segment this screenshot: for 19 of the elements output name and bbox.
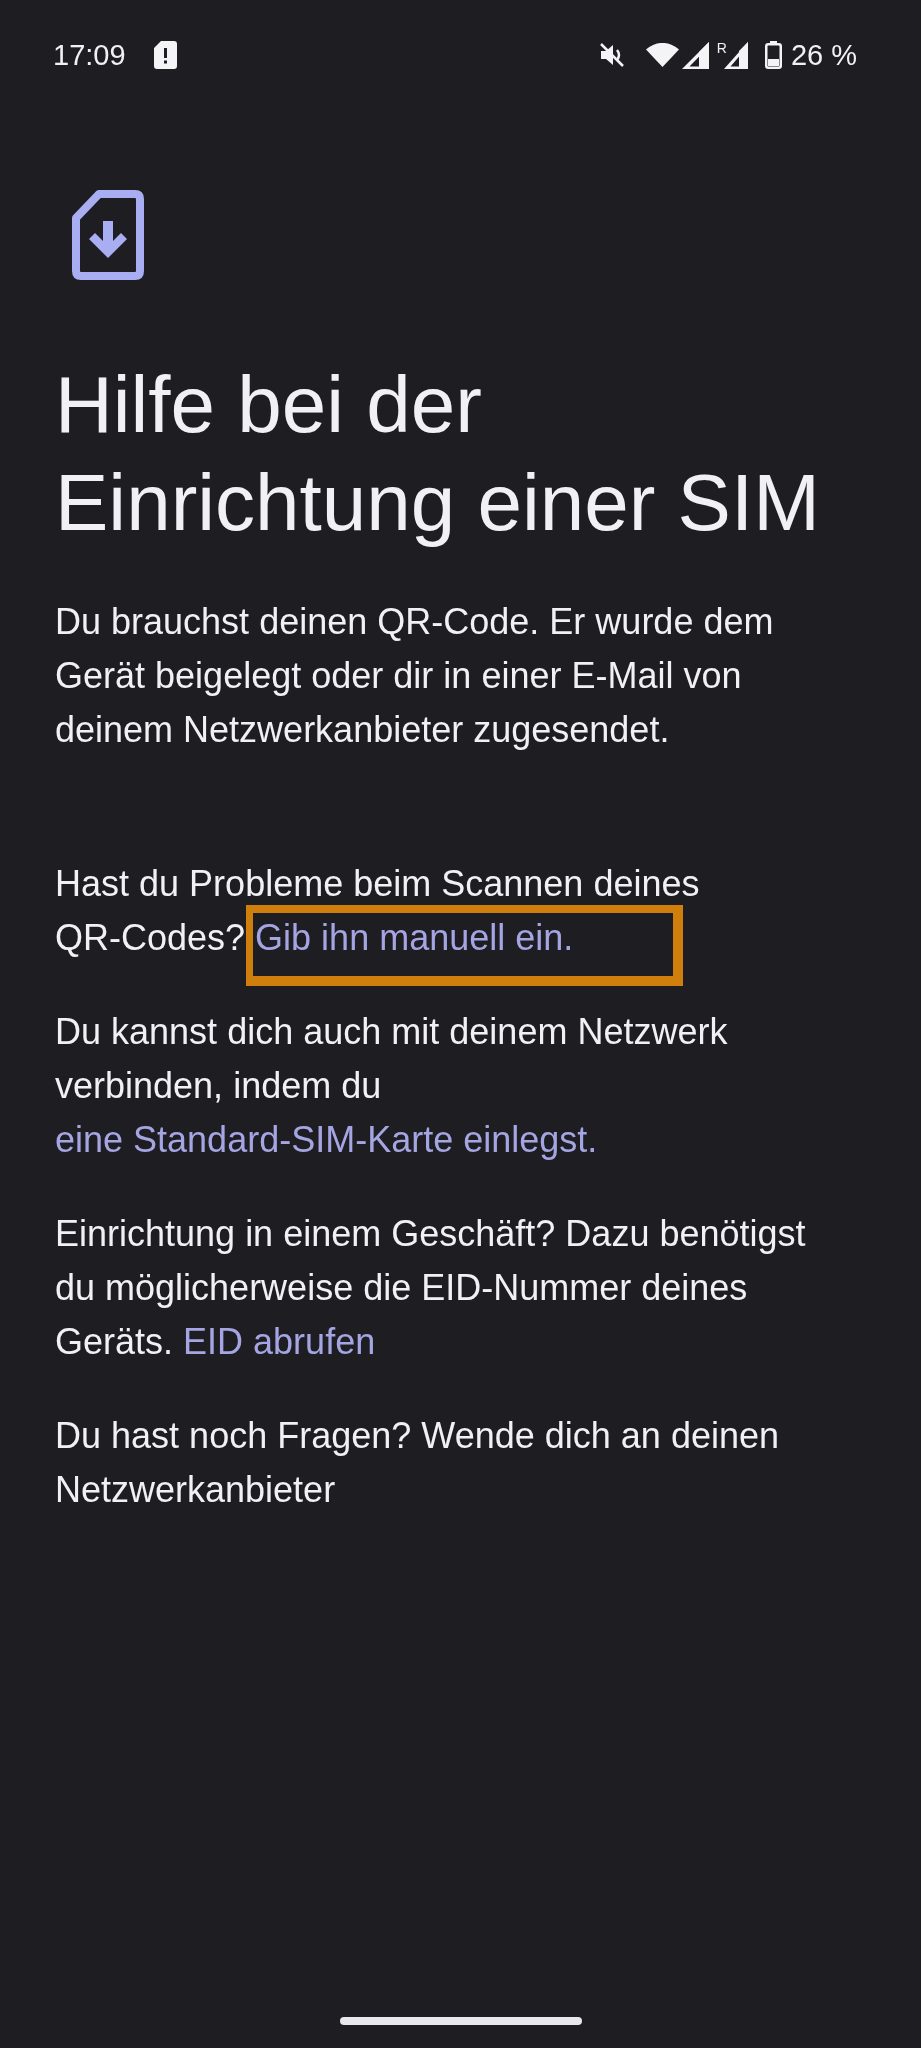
page-title: Hilfe bei der Einrichtung einer SIM [55,359,821,549]
paragraph: Einrichtung in einem Geschäft? Dazu benötigst du möglicherweise die EID-Nummer deines Geräts. EID abrufen [55,1212,807,1364]
signal-icon [681,41,709,69]
sim-alert-icon [153,41,177,69]
paragraph: Hast du Probleme beim Scannen deines QR-Codes? Gib ihn manuell ein. [55,857,845,965]
wifi-icon [645,43,679,67]
paragraph: Du brauchst deinen QR-Code. Er wurde dem Gerät beigelegt oder dir in einer E-Mail von deinem Netzwerkanbieter zugesendet. [55,600,775,752]
home-indicator[interactable] [339,2017,582,2025]
status-time: 17:09 [53,40,126,70]
link[interactable]: eine Standard-SIM-Karte einlegst. [55,1119,598,1160]
battery-icon [764,41,782,69]
paragraph: Du kannst dich auch mit deinem Netzwerk verbinden, indem du eine Standard-SIM-Karte einlegst. [55,1010,729,1162]
paragraph: Du hast noch Fragen? Wende dich an deinen Netzwerkanbieter [55,1414,780,1512]
roaming-indicator: R [716,40,727,55]
muted-speaker-icon [597,41,626,69]
battery-percentage: 26 % [790,40,857,70]
sim-card-download-icon [72,190,144,280]
link[interactable]: Gib ihn manuell ein. [255,917,574,958]
link[interactable]: EID abrufen [183,1321,376,1362]
